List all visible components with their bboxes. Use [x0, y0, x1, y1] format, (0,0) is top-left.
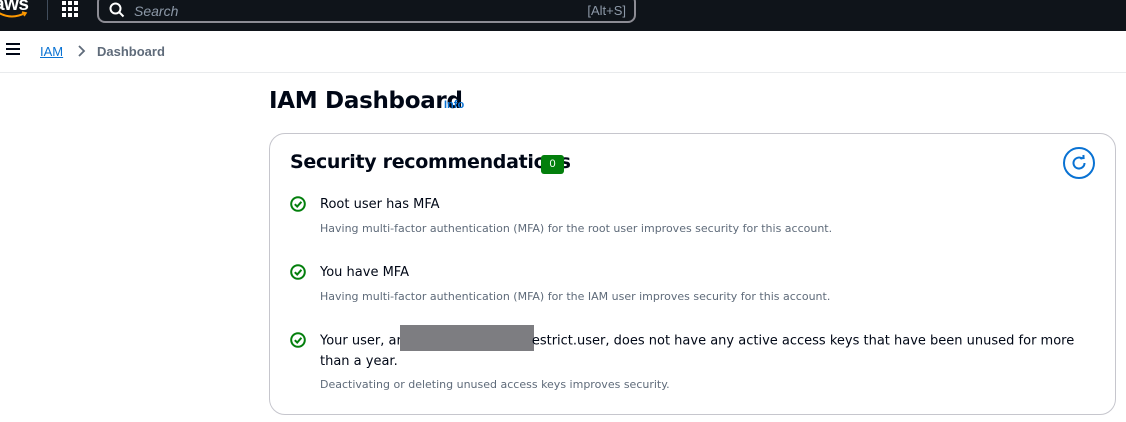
recommendation-title: You have MFA	[320, 265, 409, 280]
recommendation-title: Your user, ar estrict.user, does not have…	[320, 325, 1080, 372]
check-circle-icon	[290, 196, 306, 212]
security-recommendations-card: Security recommendations 0 Root user has…	[269, 133, 1116, 415]
aws-smile-icon	[0, 11, 28, 18]
page-title: IAM Dashboard	[269, 88, 463, 114]
services-menu-grid-icon[interactable]	[62, 1, 80, 19]
info-link[interactable]: Info	[444, 99, 464, 111]
chevron-right-icon	[78, 45, 86, 57]
search-shortcut-hint: [Alt+S]	[587, 3, 626, 18]
redacted-username	[399, 325, 534, 351]
check-circle-icon	[290, 264, 306, 280]
refresh-button[interactable]	[1063, 147, 1095, 179]
breadcrumb-bar: IAM Dashboard	[0, 31, 1126, 73]
breadcrumb-iam-link[interactable]: IAM	[40, 44, 63, 59]
recommendation-description: Having multi-factor authentication (MFA)…	[320, 290, 831, 303]
recommendation-description: Having multi-factor authentication (MFA)…	[320, 222, 833, 235]
search-icon	[109, 2, 125, 18]
top-navigation: aws Search [Alt+S]	[0, 0, 1126, 31]
recommendations-count-badge: 0	[541, 155, 564, 174]
recommendation-title-prefix: Your user, ar	[320, 333, 402, 349]
search-placeholder: Search	[134, 3, 179, 19]
menu-hamburger-icon[interactable]	[6, 43, 21, 55]
recommendation-description: Deactivating or deleting unused access k…	[320, 378, 670, 391]
search-input[interactable]: Search [Alt+S]	[97, 0, 636, 23]
recommendation-title: Root user has MFA	[320, 197, 440, 212]
refresh-icon	[1072, 154, 1086, 170]
check-circle-icon	[290, 332, 306, 348]
nav-divider	[47, 0, 48, 20]
breadcrumb-current: Dashboard	[97, 44, 165, 59]
aws-logo[interactable]: aws	[0, 0, 36, 24]
card-title: Security recommendations	[290, 151, 571, 173]
